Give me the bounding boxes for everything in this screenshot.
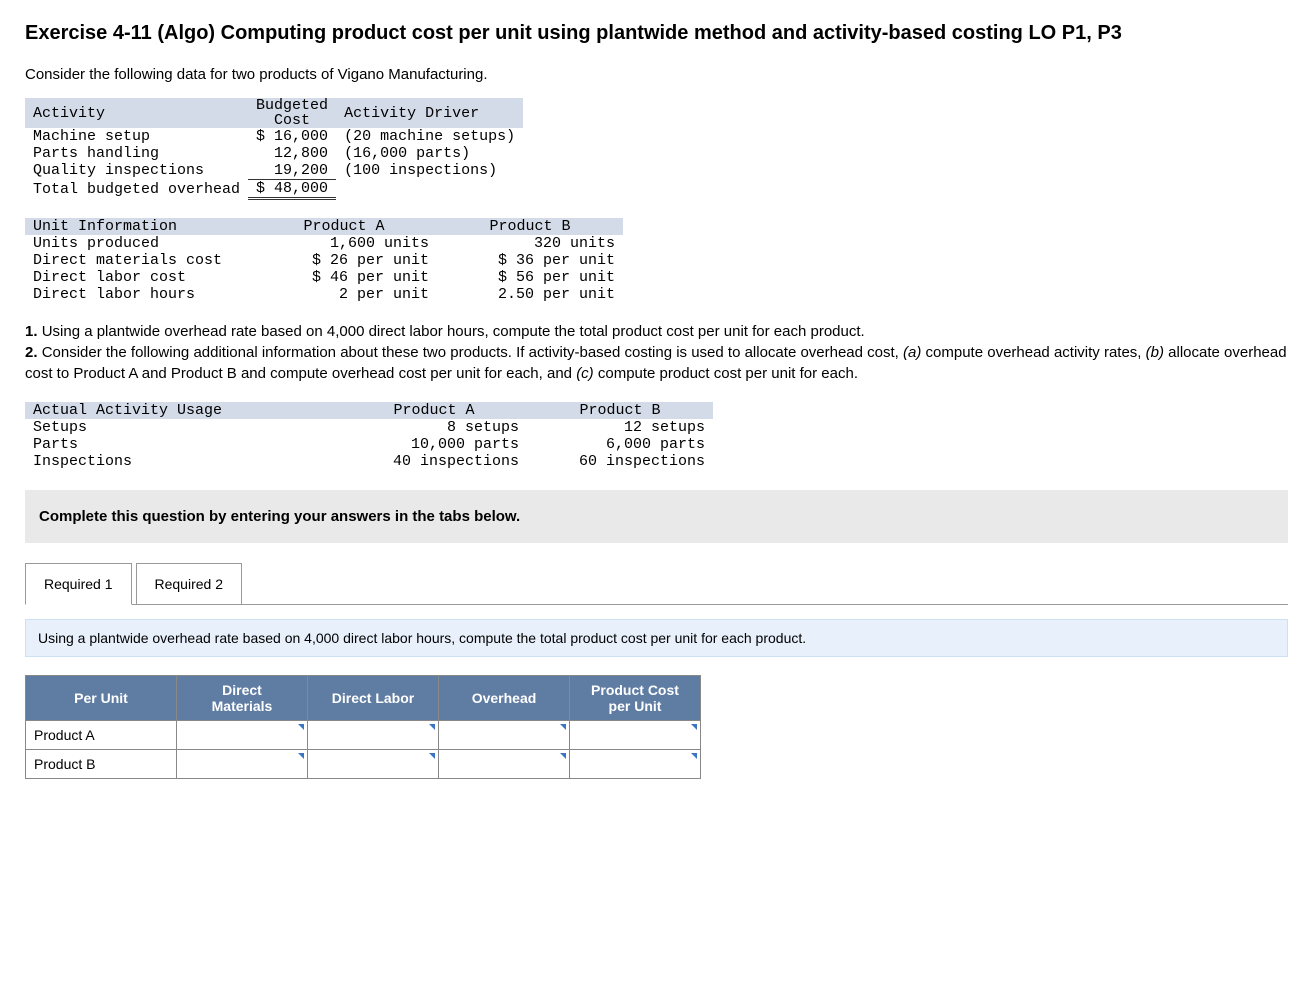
col-product-b: Product B: [437, 218, 623, 235]
input-a-dl[interactable]: [308, 721, 439, 750]
row-label: Inspections: [25, 453, 341, 470]
tab-required-2[interactable]: Required 2: [136, 563, 243, 605]
row-label: Quality inspections: [25, 162, 248, 180]
col-per-unit: Per Unit: [26, 676, 177, 721]
col-product-a: Product A: [341, 402, 527, 419]
instruction-bar: Complete this question by entering your …: [25, 490, 1288, 543]
dropdown-icon: [429, 724, 435, 730]
total-cost: $ 48,000: [248, 180, 336, 199]
col-usage: Actual Activity Usage: [25, 402, 341, 419]
dropdown-icon: [298, 753, 304, 759]
cell: 2 per unit: [251, 286, 437, 303]
cell-cost: $ 16,000: [248, 128, 336, 145]
cell: $ 36 per unit: [437, 252, 623, 269]
panel-prompt: Using a plantwide overhead rate based on…: [25, 619, 1288, 657]
input-a-dm[interactable]: [177, 721, 308, 750]
q1-text: Using a plantwide overhead rate based on…: [42, 323, 865, 340]
col-info: Unit Information: [25, 218, 251, 235]
col-activity: Activity: [25, 98, 248, 128]
row-label: Setups: [25, 419, 341, 436]
answer-table: Per Unit Direct Materials Direct Labor O…: [25, 675, 701, 779]
col-direct-materials: Direct Materials: [177, 676, 308, 721]
cell-cost: 19,200: [248, 162, 336, 180]
q2a: compute overhead activity rates,: [921, 344, 1145, 361]
activity-cost-table: Activity Budgeted Cost Activity Driver M…: [25, 98, 523, 200]
col-product-b: Product B: [527, 402, 713, 419]
col-driver: Activity Driver: [336, 98, 523, 128]
col-budgeted: Budgeted Cost: [248, 98, 336, 128]
cell: $ 46 per unit: [251, 269, 437, 286]
cell: 60 inspections: [527, 453, 713, 470]
row-label: Machine setup: [25, 128, 248, 145]
input-a-pc[interactable]: [570, 721, 701, 750]
cell-driver: (100 inspections): [336, 162, 523, 180]
unit-info-table: Unit Information Product A Product B Uni…: [25, 218, 623, 303]
row-label: Direct labor cost: [25, 269, 251, 286]
q2b-i: (b): [1146, 344, 1164, 361]
q2-num: 2.: [25, 344, 38, 361]
input-b-dl[interactable]: [308, 750, 439, 779]
total-label: Total budgeted overhead: [25, 180, 248, 199]
intro-text: Consider the following data for two prod…: [25, 66, 1288, 83]
row-product-b: Product B: [26, 750, 177, 779]
input-b-oh[interactable]: [439, 750, 570, 779]
cell: 1,600 units: [251, 235, 437, 252]
dropdown-icon: [298, 724, 304, 730]
cell: 40 inspections: [341, 453, 527, 470]
activity-usage-table: Actual Activity Usage Product A Product …: [25, 402, 713, 470]
dropdown-icon: [429, 753, 435, 759]
row-label: Units produced: [25, 235, 251, 252]
cell: 10,000 parts: [341, 436, 527, 453]
cell-cost: 12,800: [248, 145, 336, 162]
question-block: 1. Using a plantwide overhead rate based…: [25, 321, 1288, 384]
cell: 12 setups: [527, 419, 713, 436]
col-overhead: Overhead: [439, 676, 570, 721]
dropdown-icon: [560, 753, 566, 759]
table-row: Product B: [26, 750, 701, 779]
q1-num: 1.: [25, 323, 38, 340]
tab-panel-required-1: Using a plantwide overhead rate based on…: [25, 604, 1288, 779]
row-label: Parts: [25, 436, 341, 453]
q2a-i: (a): [903, 344, 921, 361]
dropdown-icon: [691, 724, 697, 730]
row-label: Direct labor hours: [25, 286, 251, 303]
col-product-a: Product A: [251, 218, 437, 235]
row-label: Parts handling: [25, 145, 248, 162]
tab-required-1[interactable]: Required 1: [25, 563, 132, 605]
row-product-a: Product A: [26, 721, 177, 750]
q2c-i: (c): [576, 365, 594, 382]
row-label: Direct materials cost: [25, 252, 251, 269]
dropdown-icon: [691, 753, 697, 759]
cell: 320 units: [437, 235, 623, 252]
tabs: Required 1 Required 2: [25, 563, 1288, 605]
exercise-title: Exercise 4-11 (Algo) Computing product c…: [25, 20, 1288, 46]
q2c: compute product cost per unit for each.: [594, 365, 858, 382]
input-b-pc[interactable]: [570, 750, 701, 779]
cell-driver: (20 machine setups): [336, 128, 523, 145]
cell: 8 setups: [341, 419, 527, 436]
cell: $ 26 per unit: [251, 252, 437, 269]
q2-lead: Consider the following additional inform…: [42, 344, 903, 361]
col-product-cost: Product Cost per Unit: [570, 676, 701, 721]
table-row: Product A: [26, 721, 701, 750]
cell: 2.50 per unit: [437, 286, 623, 303]
dropdown-icon: [560, 724, 566, 730]
input-a-oh[interactable]: [439, 721, 570, 750]
col-direct-labor: Direct Labor: [308, 676, 439, 721]
cell-driver: (16,000 parts): [336, 145, 523, 162]
input-b-dm[interactable]: [177, 750, 308, 779]
cell: 6,000 parts: [527, 436, 713, 453]
cell: $ 56 per unit: [437, 269, 623, 286]
